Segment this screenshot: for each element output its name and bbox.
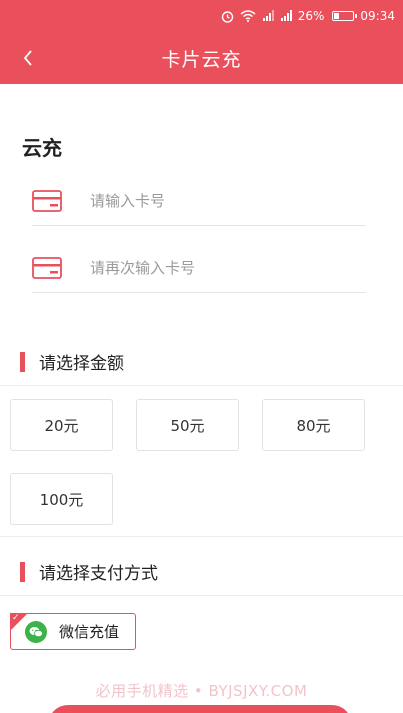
card-icon <box>32 256 62 279</box>
status-bar: 26% 09:34 <box>0 0 403 32</box>
signal-icon <box>262 10 274 22</box>
wechat-pay-label: 微信充值 <box>59 623 120 641</box>
payment-section-header: 请选择支付方式 <box>0 548 403 596</box>
amount-option-20[interactable]: 20元 <box>10 399 113 451</box>
card-confirm-field <box>32 243 366 293</box>
chevron-left-icon[interactable] <box>14 44 42 72</box>
amount-option-80[interactable]: 80元 <box>262 399 365 451</box>
divider <box>0 536 403 537</box>
wifi-icon <box>240 10 256 22</box>
card-confirm-input[interactable] <box>90 258 340 277</box>
submit-button[interactable] <box>48 705 352 713</box>
amount-option-50[interactable]: 50元 <box>136 399 239 451</box>
card-number-input[interactable] <box>90 191 340 210</box>
amount-option-100[interactable]: 100元 <box>10 473 113 525</box>
wechat-icon <box>25 620 47 643</box>
amount-section-header: 请选择金额 <box>0 338 403 386</box>
nav-bar: 卡片云充 <box>0 32 403 84</box>
battery-icon <box>332 11 358 21</box>
card-number-field <box>32 176 366 226</box>
payment-section-title: 请选择支付方式 <box>39 564 158 584</box>
check-icon: ✓ <box>12 613 20 623</box>
card-icon <box>32 189 62 212</box>
amount-section-title: 请选择金额 <box>39 354 124 374</box>
page-title: 卡片云充 <box>161 48 242 71</box>
section-accent-bar <box>20 561 25 582</box>
clock: 09:34 <box>360 9 395 23</box>
app-header: 26% 09:34 卡片云充 <box>0 0 403 84</box>
signal-icon <box>280 10 292 22</box>
section-accent-bar <box>20 351 25 372</box>
section-title: 云充 <box>22 136 62 160</box>
watermark: 必用手机精选 • BYJSJXY.COM <box>95 682 308 700</box>
alarm-icon <box>221 10 234 23</box>
wechat-pay-option[interactable]: ✓ 微信充值 <box>10 613 136 650</box>
battery-percent: 26% <box>297 9 325 23</box>
